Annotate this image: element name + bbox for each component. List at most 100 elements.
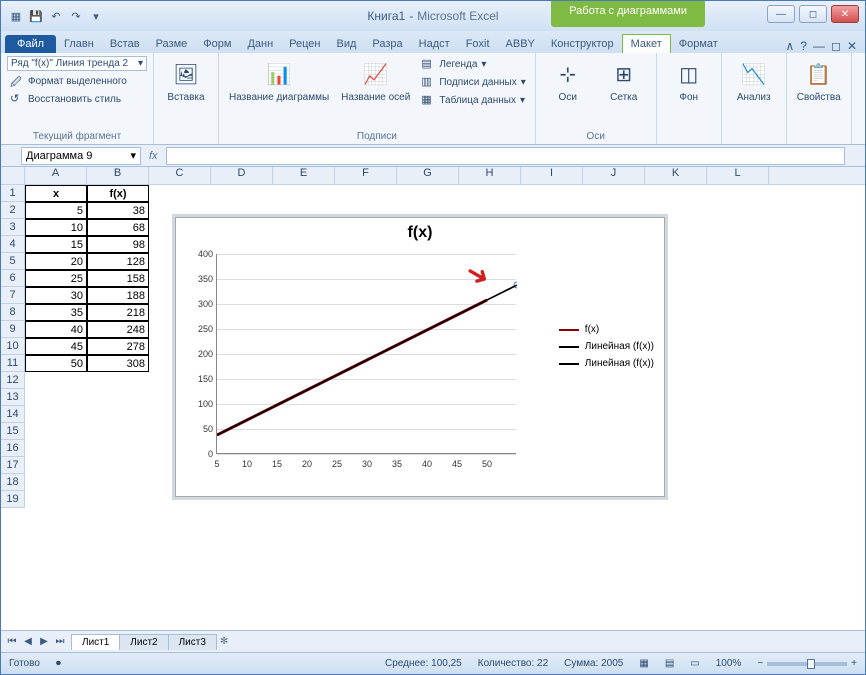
cell[interactable]: 218 [87,304,149,321]
formula-input[interactable] [166,147,845,165]
row-header[interactable]: 11 [1,355,24,372]
qa-more-icon[interactable]: ▾ [87,7,105,25]
zoom-out-icon[interactable]: − [757,658,763,669]
cell[interactable]: 38 [87,202,149,219]
cell[interactable]: 45 [25,338,87,355]
row-header[interactable]: 16 [1,440,24,457]
row-header[interactable]: 1 [1,185,24,202]
sheet-next-icon[interactable]: ▶ [37,636,51,647]
close-button[interactable]: ✕ [831,5,859,23]
row-header[interactable]: 5 [1,253,24,270]
col-header[interactable]: G [397,167,459,184]
chart-legend[interactable]: f(x) Линейная (f(x)) Линейная (f(x)) [559,318,654,375]
data-table-button[interactable]: ▦Таблица данных ▾ [418,92,528,108]
cell[interactable]: 308 [87,355,149,372]
sheet-prev-icon[interactable]: ◀ [21,636,35,647]
fx-icon[interactable]: fx [149,150,158,162]
row-header[interactable]: 10 [1,338,24,355]
legend-item[interactable]: Линейная (f(x)) [559,358,654,369]
tab-developer[interactable]: Разра [364,35,410,53]
col-header[interactable]: L [707,167,769,184]
ribbon-minimize-icon[interactable]: ∧ [785,39,794,53]
help-icon[interactable]: ? [800,39,807,53]
row-header[interactable]: 4 [1,236,24,253]
axes-button[interactable]: ⊹Оси [542,56,594,105]
cell[interactable]: 158 [87,270,149,287]
macro-record-icon[interactable]: ⏺ [56,658,61,669]
tab-file[interactable]: Файл [5,35,56,53]
properties-button[interactable]: 📋Свойства [793,56,845,105]
row-header[interactable]: 14 [1,406,24,423]
legend-item[interactable]: Линейная (f(x)) [559,341,654,352]
cell[interactable]: 50 [25,355,87,372]
cell[interactable]: 188 [87,287,149,304]
cell[interactable]: 10 [25,219,87,236]
sheet-tab[interactable]: Лист3 [168,634,217,650]
row-header[interactable]: 2 [1,202,24,219]
cell[interactable]: 25 [25,270,87,287]
row-header[interactable]: 15 [1,423,24,440]
col-header[interactable]: A [25,167,87,184]
cell[interactable]: 98 [87,236,149,253]
row-header[interactable]: 8 [1,304,24,321]
minimize-button[interactable]: — [767,5,795,23]
tab-home[interactable]: Главн [56,35,102,53]
tab-abby[interactable]: ABBY [498,35,543,53]
cell[interactable]: 20 [25,253,87,270]
undo-icon[interactable]: ↶ [47,7,65,25]
cell[interactable]: 128 [87,253,149,270]
col-header[interactable]: H [459,167,521,184]
name-box[interactable]: Диаграмма 9▾ [21,147,141,165]
reset-style-button[interactable]: ↺Восстановить стиль [7,91,147,107]
row-header[interactable]: 3 [1,219,24,236]
sheet-tab[interactable]: Лист2 [119,634,168,650]
sheet-last-icon[interactable]: ⏭ [53,636,67,647]
tab-data[interactable]: Данн [239,35,281,53]
chart-object[interactable]: f(x) 05010015020025030035040051015202530… [175,217,665,497]
view-pagebreak-icon[interactable]: ▭ [690,658,699,669]
cell[interactable]: 248 [87,321,149,338]
zoom-slider[interactable] [767,662,847,666]
legend-item[interactable]: f(x) [559,324,654,335]
cell[interactable]: 68 [87,219,149,236]
cell[interactable]: f(x) [87,185,149,202]
tab-review[interactable]: Рецен [281,35,328,53]
axis-titles-button[interactable]: 📈Название осей [337,56,414,105]
tab-pagelayout[interactable]: Разме [148,35,196,53]
gridlines-button[interactable]: ⊞Сетка [598,56,650,105]
col-header[interactable]: K [645,167,707,184]
zoom-level[interactable]: 100% [716,658,742,669]
col-header[interactable]: J [583,167,645,184]
row-header[interactable]: 12 [1,372,24,389]
tab-foxit[interactable]: Foxit [458,35,498,53]
legend-button[interactable]: ▤Легенда ▾ [418,56,528,72]
grid-content[interactable]: ABCDEFGHIJKL xf(x)5381068159820128251583… [25,167,865,630]
new-sheet-icon[interactable]: ✻ [220,636,228,647]
redo-icon[interactable]: ↷ [67,7,85,25]
cell[interactable]: 35 [25,304,87,321]
row-header[interactable]: 7 [1,287,24,304]
format-selection-button[interactable]: 🖉Формат выделенного [7,73,147,89]
view-pagelayout-icon[interactable]: ▤ [665,658,674,669]
sheet-first-icon[interactable]: ⏮ [5,636,19,647]
col-header[interactable]: D [211,167,273,184]
background-button[interactable]: ◫Фон [663,56,715,105]
col-header[interactable]: C [149,167,211,184]
doc-minimize-icon[interactable]: — [813,39,825,53]
tab-design[interactable]: Конструктор [543,35,622,53]
cell[interactable]: 15 [25,236,87,253]
row-header[interactable]: 18 [1,474,24,491]
col-header[interactable]: F [335,167,397,184]
tab-view[interactable]: Вид [329,35,365,53]
select-all-corner[interactable] [1,167,25,185]
chart-title-button[interactable]: 📊Название диаграммы [225,56,333,105]
cell[interactable]: 30 [25,287,87,304]
row-header[interactable]: 17 [1,457,24,474]
zoom-in-icon[interactable]: + [851,658,857,669]
tab-layout[interactable]: Макет [622,34,671,53]
view-normal-icon[interactable]: ▦ [639,658,648,669]
excel-icon[interactable]: ▦ [7,7,25,25]
cell[interactable]: 278 [87,338,149,355]
row-header[interactable]: 9 [1,321,24,338]
row-header[interactable]: 19 [1,491,24,508]
